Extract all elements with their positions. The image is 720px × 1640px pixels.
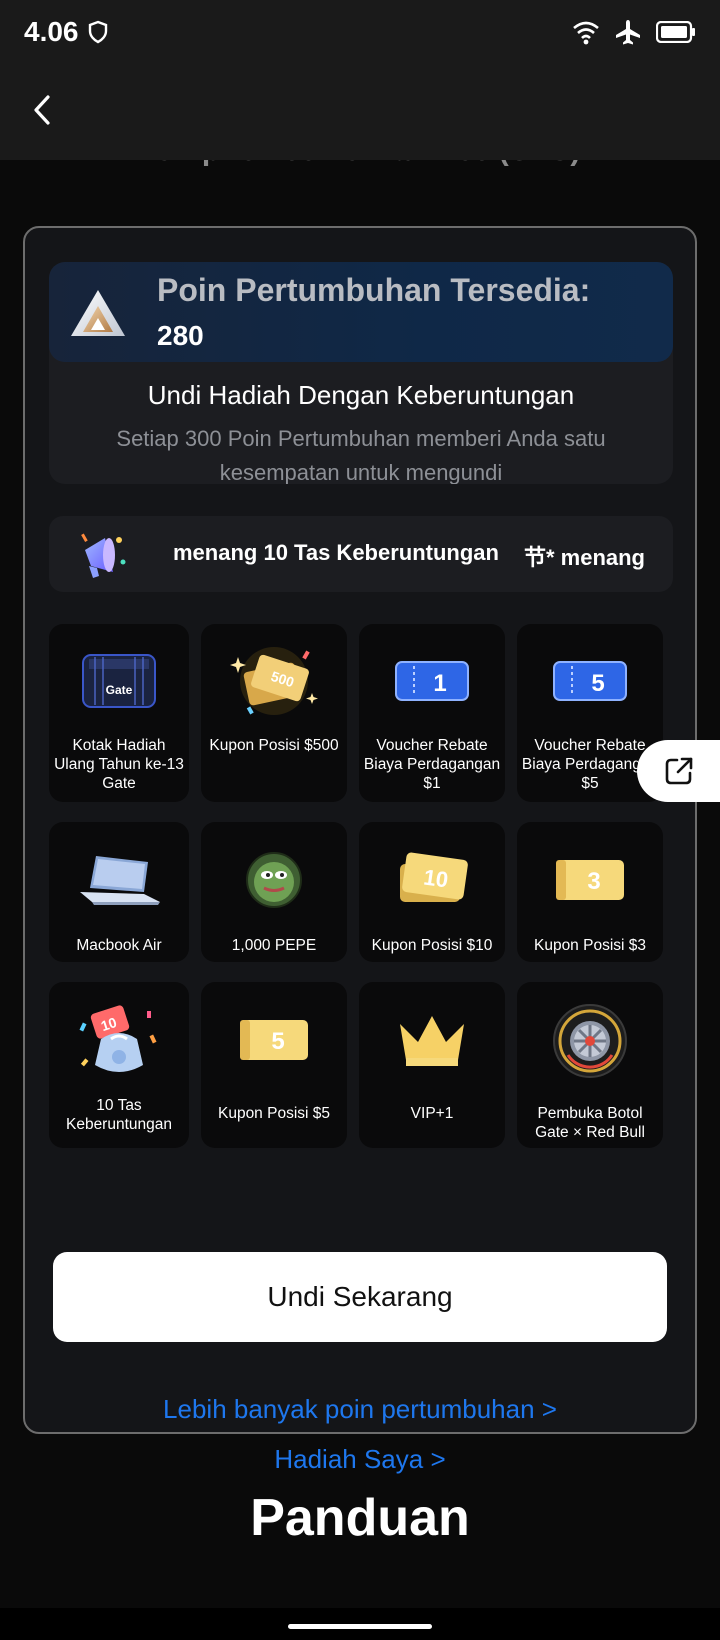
points-value: 280 — [157, 320, 204, 351]
voucher-5-text: 5 — [591, 670, 604, 697]
prize-label: 10 Tas Keberuntungan — [65, 1097, 172, 1133]
prize-label: Kotak Hadiah Ulang Tahun ke-13 Gate — [54, 737, 184, 792]
coupon-10-text: 10 — [422, 864, 450, 892]
coupon-10-icon: 10 — [400, 852, 468, 902]
prize-label: Macbook Air — [76, 937, 162, 954]
status-time: 4.06 — [24, 16, 79, 47]
prize-label: Kupon Posisi $10 — [371, 937, 493, 954]
prize-label: VIP+1 — [410, 1105, 454, 1122]
external-link-icon — [665, 757, 693, 785]
guide-title: Panduan — [250, 1489, 470, 1547]
prize-item[interactable]: Macbook Air — [49, 822, 189, 962]
prize-item[interactable]: 10 10 Tas Keberuntungan — [49, 982, 189, 1148]
points-banner: Poin Pertumbuhan Tersedia: 280 — [49, 262, 673, 362]
ticker-message-next: 节* menang — [523, 545, 645, 570]
laptop-icon — [80, 856, 160, 905]
my-prizes-link[interactable]: Hadiah Saya > — [25, 1444, 695, 1475]
megaphone-icon — [81, 533, 126, 578]
pepe-coin-icon — [246, 852, 302, 908]
gift-box-icon: Gate — [82, 654, 156, 708]
shield-icon — [88, 20, 108, 49]
crown-icon — [400, 1016, 464, 1066]
coupon-3-text: 3 — [587, 868, 600, 895]
prize-item[interactable]: 1 Voucher Rebate Biaya Perdagangan $1 — [359, 624, 505, 802]
prize-item[interactable]: 5 Kupon Posisi $5 — [201, 982, 347, 1148]
wifi-icon — [572, 19, 600, 50]
prize-item[interactable]: 3 Kupon Posisi $3 — [517, 822, 663, 962]
prize-item[interactable]: 10 Kupon Posisi $10 — [359, 822, 505, 962]
battery-icon — [655, 20, 696, 48]
prize-item[interactable]: 1,000 PEPE — [201, 822, 347, 962]
prize-item[interactable]: Gate Kotak Hadiah Ulang Tahun ke-13 Gate — [49, 624, 189, 802]
status-bar: 4.06 — [0, 0, 720, 64]
tire-opener-icon — [553, 1004, 627, 1078]
points-title: Poin Pertumbuhan Tersedia: — [157, 272, 591, 308]
growth-logo-icon — [71, 290, 125, 336]
back-button[interactable] — [22, 90, 62, 130]
airplane-icon — [614, 18, 642, 51]
prize-label: 1,000 PEPE — [231, 937, 317, 954]
prize-label: Voucher Rebate Biaya Perdagangan $1 — [363, 737, 501, 792]
prize-item[interactable]: Pembuka Botol Gate × Red Bull — [517, 982, 663, 1148]
prize-label: Kupon Posisi $5 — [217, 1105, 331, 1122]
lucky-bag-icon: 10 — [79, 1005, 157, 1072]
home-indicator[interactable] — [288, 1624, 432, 1629]
voucher-1-icon: 1 — [395, 661, 469, 701]
share-button[interactable] — [637, 740, 720, 802]
draw-title: Undi Hadiah Dengan Keberuntungan — [147, 380, 575, 410]
coupon-3-icon: 3 — [556, 860, 624, 900]
coupon-5-text: 5 — [271, 1028, 284, 1055]
prize-label: Pembuka Botol Gate × Red Bull — [535, 1105, 645, 1141]
prize-label: Kupon Posisi $3 — [533, 937, 647, 954]
draw-subtitle: Setiap 300 Poin Pertumbuhan memberi Anda… — [116, 426, 606, 484]
coupon-500-icon: 500 — [230, 647, 318, 715]
app-header — [0, 64, 720, 160]
gate-logo-text: Gate — [106, 683, 133, 697]
draw-now-button[interactable]: Undi Sekarang — [53, 1252, 667, 1342]
ticker-message: menang 10 Tas Keberuntungan — [173, 540, 499, 565]
voucher-1-text: 1 — [433, 670, 446, 697]
prize-item[interactable]: 500 Kupon Posisi $500 — [201, 624, 347, 802]
lucky-draw-card: Poin Pertumbuhan Tersedia: 280 Undi Hadi… — [23, 226, 697, 1474]
more-points-link[interactable]: Lebih banyak poin pertumbuhan > — [25, 1394, 695, 1425]
points-panel: Poin Pertumbuhan Tersedia: 280 Undi Hadi… — [49, 262, 673, 484]
prize-label: Kupon Posisi $500 — [209, 737, 339, 754]
coupon-5-icon: 5 — [240, 1020, 308, 1060]
prize-item[interactable]: VIP+1 — [359, 982, 505, 1148]
voucher-5-icon: 5 — [553, 661, 627, 701]
chevron-left-icon — [34, 95, 50, 125]
winners-ticker: menang 10 Tas Keberuntungan 节* menang — [49, 516, 673, 592]
